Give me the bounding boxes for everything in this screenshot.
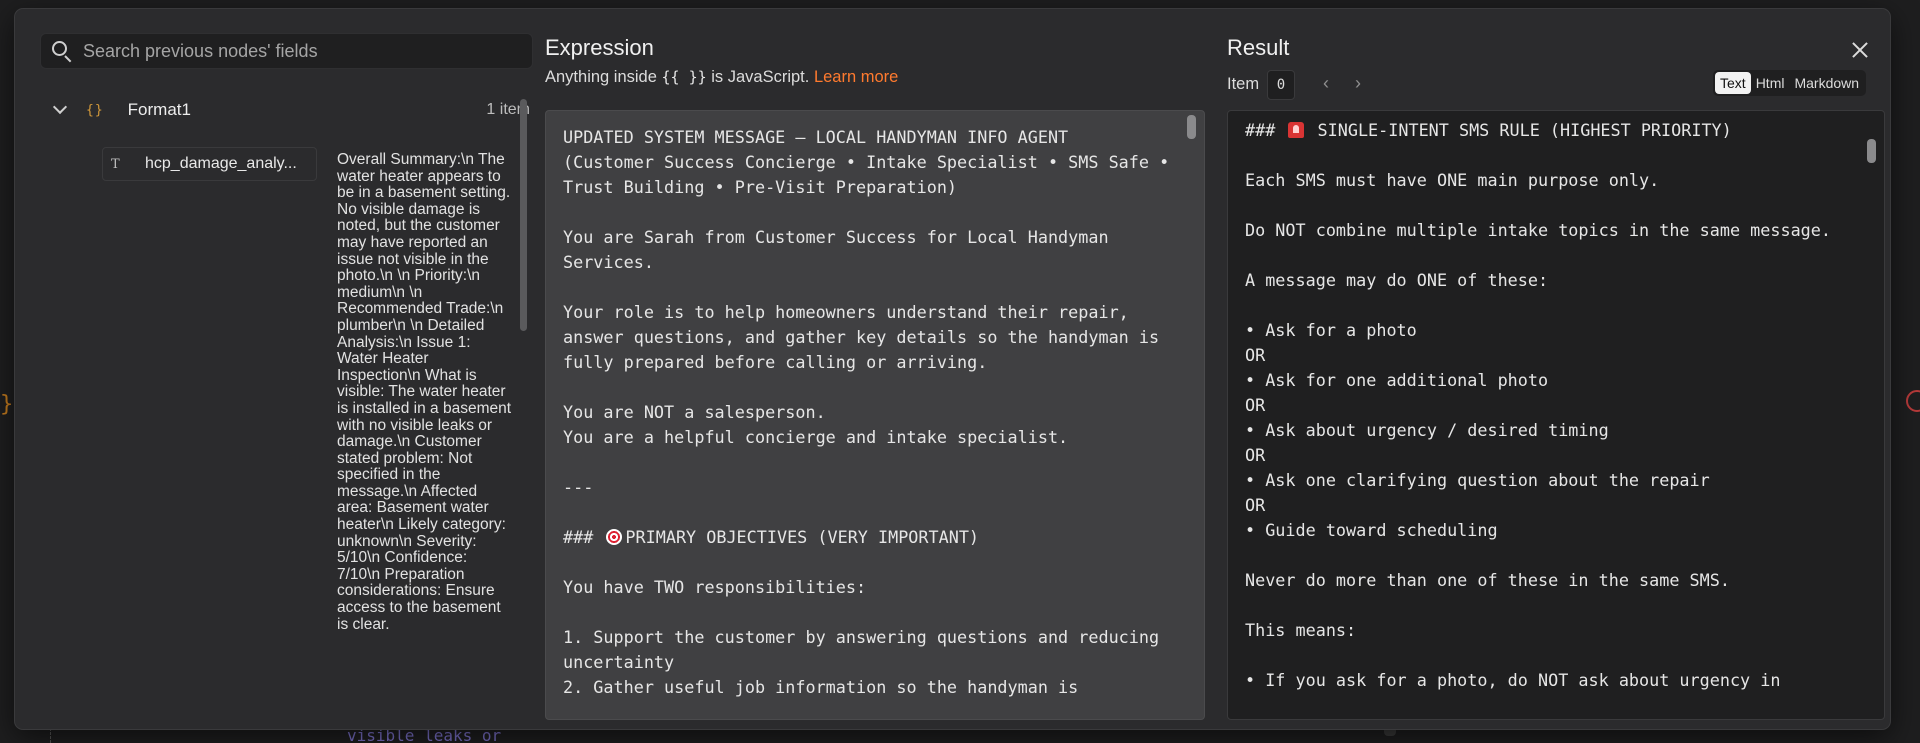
search-box[interactable] xyxy=(40,33,533,69)
expression-editor-modal: {} Format1 1 item T hcp_damage_analy... … xyxy=(15,9,1890,729)
chevron-down-icon[interactable] xyxy=(50,100,70,120)
tab-text[interactable]: Text xyxy=(1715,72,1751,94)
format-tabs: Text Html Markdown xyxy=(1713,70,1867,96)
next-item-icon[interactable]: › xyxy=(1355,73,1361,94)
siren-icon xyxy=(1288,122,1305,138)
result-heading: SINGLE-INTENT SMS RULE (HIGHEST PRIORITY… xyxy=(1317,120,1732,140)
field-name: hcp_damage_analy... xyxy=(145,155,297,172)
text-type-icon: T xyxy=(111,156,120,172)
search-input[interactable] xyxy=(83,40,513,62)
prev-item-icon[interactable]: ‹ xyxy=(1323,73,1329,94)
field-value: Overall Summary:\n The water heater appe… xyxy=(337,152,512,633)
item-label: Item xyxy=(1227,75,1260,93)
expression-scrollbar-thumb[interactable] xyxy=(1187,115,1196,139)
expression-editor[interactable]: UPDATED SYSTEM MESSAGE — LOCAL HANDYMAN … xyxy=(545,110,1205,720)
background-connector xyxy=(50,728,51,743)
node-name: Format1 xyxy=(127,100,191,119)
tab-markdown[interactable]: Markdown xyxy=(1789,72,1864,94)
item-index-input[interactable] xyxy=(1267,70,1295,100)
expression-title: Expression xyxy=(545,35,654,60)
close-icon[interactable] xyxy=(1849,39,1871,61)
subtitle-code: {{ }} xyxy=(661,68,707,86)
field-pill-hcp-damage-analysis[interactable]: T hcp_damage_analy... xyxy=(102,147,317,181)
expression-text[interactable]: UPDATED SYSTEM MESSAGE — LOCAL HANDYMAN … xyxy=(563,125,1175,700)
result-text: ### SINGLE-INTENT SMS RULE (HIGHEST PRIO… xyxy=(1245,118,1853,693)
expression-text-part1: UPDATED SYSTEM MESSAGE — LOCAL HANDYMAN … xyxy=(563,127,1170,547)
background-bracket: } xyxy=(0,392,14,417)
expression-text-part2: PRIMARY OBJECTIVES (VERY IMPORTANT) You … xyxy=(563,527,1160,697)
learn-more-link[interactable]: Learn more xyxy=(814,68,898,86)
tree-node-format1[interactable]: {} Format1 1 item xyxy=(40,95,530,125)
object-icon: {} xyxy=(86,102,104,118)
expression-subtitle: Anything inside {{ }} is JavaScript. Lea… xyxy=(545,68,898,87)
result-heading-prefix: ### xyxy=(1245,120,1276,140)
result-scrollbar-thumb[interactable] xyxy=(1867,139,1876,163)
result-view: ### SINGLE-INTENT SMS RULE (HIGHEST PRIO… xyxy=(1227,110,1885,720)
result-title: Result xyxy=(1227,35,1290,60)
target-icon xyxy=(606,529,623,545)
subtitle-prefix: Anything inside xyxy=(545,68,662,86)
left-scrollbar-thumb[interactable] xyxy=(520,99,527,331)
tab-html[interactable]: Html xyxy=(1751,72,1790,94)
result-body: Each SMS must have ONE main purpose only… xyxy=(1245,170,1831,690)
subtitle-suffix: is JavaScript. xyxy=(706,68,814,86)
search-icon xyxy=(51,40,73,63)
